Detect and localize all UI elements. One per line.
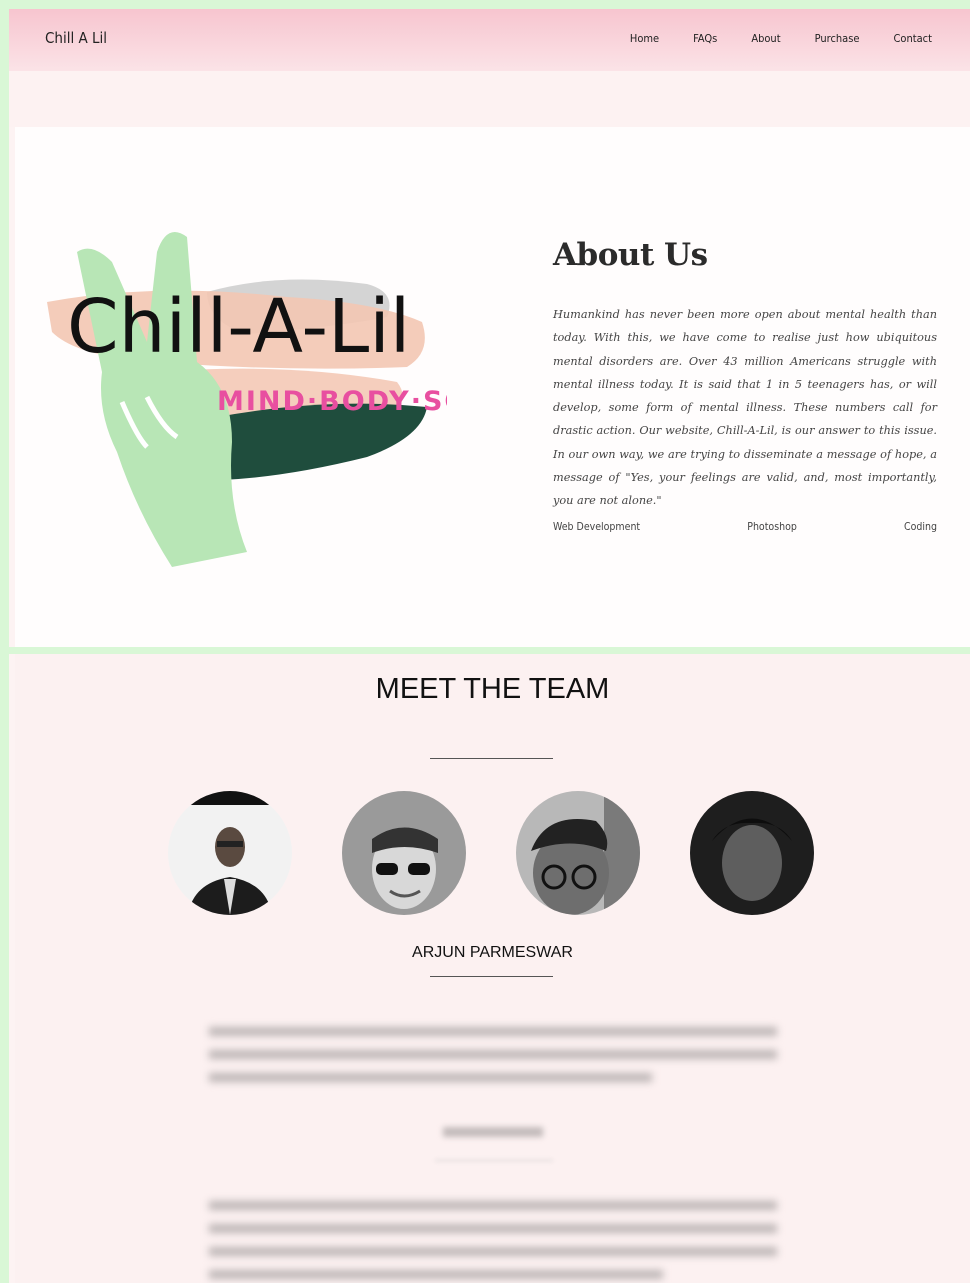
skill-photoshop: Photoshop	[747, 521, 797, 533]
about-title: About Us	[553, 237, 708, 273]
section-divider	[9, 647, 970, 654]
member-name: ARJUN PARMESWAR	[412, 944, 573, 961]
logo-wordmark: Chill-A-Lil	[67, 284, 410, 370]
member-bio-2-blurred	[209, 1194, 777, 1283]
member-bio-blurred	[209, 1020, 777, 1088]
skill-web-development: Web Development	[553, 521, 641, 533]
skills-row: Web Development Photoshop Coding	[553, 521, 937, 533]
about-section: Chill-A-Lil MIND·BODY·SOU About Us Human…	[15, 127, 970, 647]
name-underline	[430, 976, 553, 977]
team-section: MEET THE TEAM ARJUN PARMESWAR	[15, 654, 970, 1283]
header-band	[9, 71, 970, 127]
team-avatar-2[interactable]	[342, 791, 466, 915]
read-more-button[interactable]	[15, 1127, 970, 1137]
skill-coding: Coding	[904, 521, 937, 533]
brand-link[interactable]: Chill A Lil	[45, 29, 107, 47]
readmore-underline	[435, 1160, 553, 1161]
nav-about[interactable]: About	[751, 32, 780, 45]
nav-contact[interactable]: Contact	[894, 32, 933, 45]
page-frame: Chill A Lil Home FAQs About Purchase Con…	[9, 9, 970, 1283]
nav-faqs[interactable]: FAQs	[693, 32, 717, 45]
team-title: MEET THE TEAM	[375, 673, 610, 705]
nav-home[interactable]: Home	[630, 32, 659, 45]
logo-image: Chill-A-Lil MIND·BODY·SOU	[47, 232, 447, 567]
team-avatar-4[interactable]	[690, 791, 814, 915]
team-avatar-1[interactable]	[168, 791, 292, 915]
navbar: Chill A Lil Home FAQs About Purchase Con…	[9, 9, 970, 71]
nav-links: Home FAQs About Purchase Contact	[630, 32, 932, 45]
team-avatar-3[interactable]	[516, 791, 640, 915]
about-description: Humankind has never been more open about…	[553, 308, 937, 508]
nav-purchase[interactable]: Purchase	[815, 32, 860, 45]
title-underline	[430, 758, 553, 759]
logo-tagline: MIND·BODY·SOU	[217, 386, 447, 417]
